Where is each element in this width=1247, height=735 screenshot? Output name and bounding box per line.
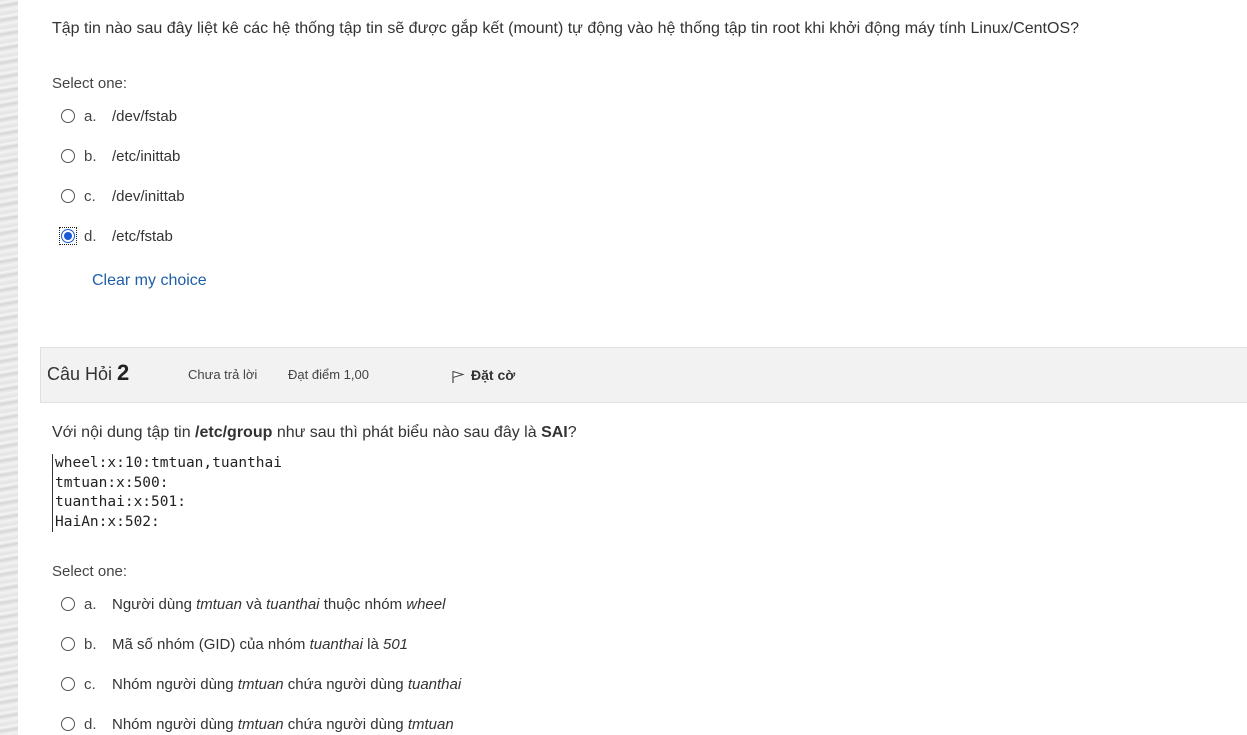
flag-label: Đặt cờ xyxy=(471,367,516,383)
q2-option-d[interactable]: d. Nhóm người dùng tmtuan chứa người dùn… xyxy=(60,713,454,735)
flag-icon xyxy=(452,370,465,383)
option-text: /etc/inittab xyxy=(112,147,181,165)
option-text: Mã số nhóm (GID) của nhóm tuanthai là 50… xyxy=(112,635,409,653)
question-1-text: Tập tin nào sau đây liệt kê các hệ thống… xyxy=(52,20,1080,37)
question-grade: Đạt điểm 1,00 xyxy=(288,367,369,382)
question-title-prefix: Câu Hỏi xyxy=(47,364,113,384)
question-number: 2 xyxy=(117,360,130,385)
option-letter: c. xyxy=(84,187,96,205)
radio-button[interactable] xyxy=(61,637,75,651)
option-letter: d. xyxy=(84,715,97,733)
option-text: /dev/inittab xyxy=(112,187,185,205)
radio-button[interactable] xyxy=(61,109,75,123)
option-text: /etc/fstab xyxy=(112,227,173,245)
clear-my-choice-link[interactable]: Clear my choice xyxy=(92,272,207,290)
background-image-strip xyxy=(0,0,18,735)
question-2-header: Câu Hỏi 2 Chưa trả lời Đạt điểm 1,00 Đặt… xyxy=(40,347,1247,403)
question-text-emphasis: SAI xyxy=(541,424,568,441)
radio-button[interactable] xyxy=(61,149,75,163)
question-text-part: Với nội dung tập tin xyxy=(52,424,196,441)
q1-option-b[interactable]: b. /etc/inittab xyxy=(60,145,180,167)
option-letter: d. xyxy=(84,227,97,245)
question-state: Chưa trả lời xyxy=(188,367,258,382)
option-letter: a. xyxy=(84,107,97,125)
code-line: tmtuan:x:500: xyxy=(55,474,169,491)
q2-option-a[interactable]: a. Người dùng tmtuan và tuanthai thuộc n… xyxy=(60,593,445,615)
radio-button[interactable] xyxy=(61,717,75,731)
flag-question-button[interactable]: Đặt cờ xyxy=(451,366,515,384)
question-title: Câu Hỏi 2 xyxy=(47,360,129,386)
question-text-part: ? xyxy=(567,424,577,441)
option-text: Nhóm người dùng tmtuan chứa người dùng t… xyxy=(112,715,454,733)
question-text-filename: /etc/group xyxy=(195,424,273,441)
question-2-text: Với nội dung tập tin /etc/group như sau … xyxy=(52,424,577,442)
radio-button[interactable] xyxy=(61,597,75,611)
radio-button[interactable] xyxy=(61,189,75,203)
option-letter: b. xyxy=(84,147,97,165)
group-file-content: wheel:x:10:tmtuan,tuanthai tmtuan:x:500:… xyxy=(52,454,282,532)
question-2-prompt: Select one: xyxy=(52,563,128,580)
option-letter: a. xyxy=(84,595,97,613)
code-line: wheel:x:10:tmtuan,tuanthai xyxy=(55,455,282,471)
radio-button-selected[interactable] xyxy=(61,229,75,243)
option-text: Người dùng tmtuan và tuanthai thuộc nhóm… xyxy=(112,595,446,613)
code-line: HaiAn:x:502: xyxy=(55,513,160,530)
q2-option-b[interactable]: b. Mã số nhóm (GID) của nhóm tuanthai là… xyxy=(60,633,408,655)
question-text-part: như sau thì phát biểu nào sau đây là xyxy=(272,424,542,441)
option-letter: b. xyxy=(84,635,97,653)
question-1-prompt: Select one: xyxy=(52,75,128,92)
q1-option-d[interactable]: d. /etc/fstab xyxy=(59,225,173,247)
option-text: /dev/fstab xyxy=(112,107,178,125)
radio-button[interactable] xyxy=(61,677,75,691)
q1-option-a[interactable]: a. /dev/fstab xyxy=(60,105,177,127)
q2-option-c[interactable]: c. Nhóm người dùng tmtuan chứa người dùn… xyxy=(60,673,461,695)
option-text: Nhóm người dùng tmtuan chứa người dùng t… xyxy=(112,675,462,693)
q1-option-c[interactable]: c. /dev/inittab xyxy=(60,185,185,207)
code-line: tuanthai:x:501: xyxy=(55,494,186,510)
option-letter: c. xyxy=(84,675,96,693)
